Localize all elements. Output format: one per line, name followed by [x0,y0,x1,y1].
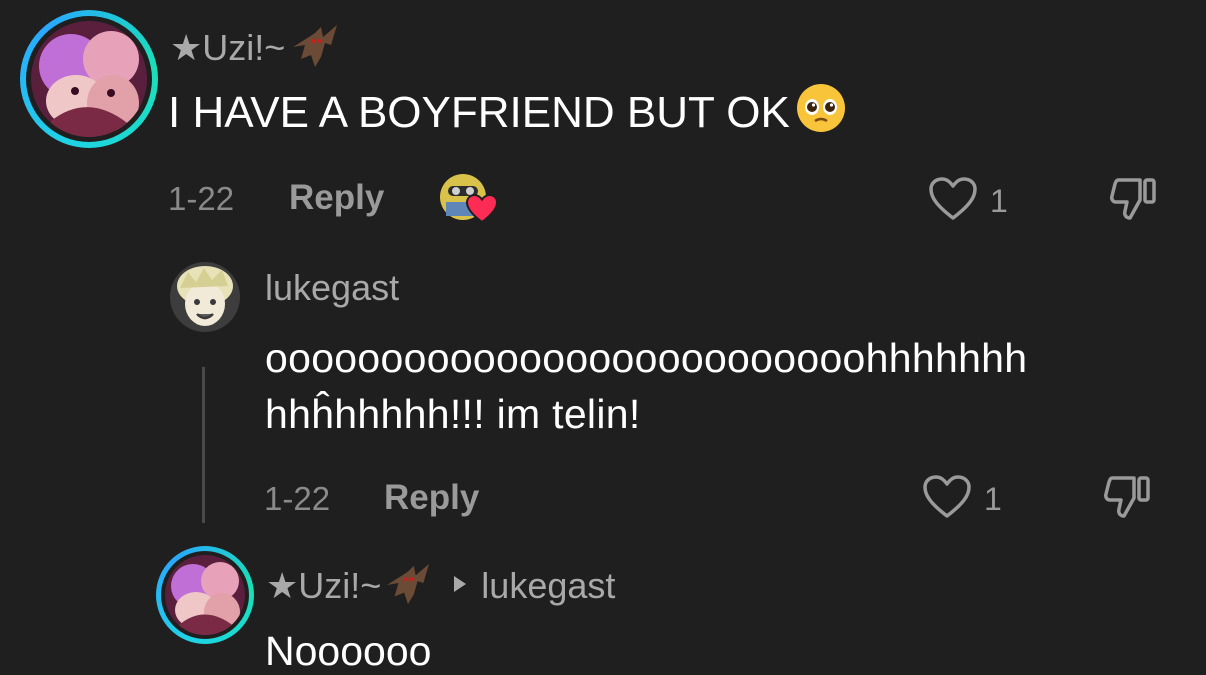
comment-text: I HAVE A BOYFRIEND BUT OK [168,83,846,140]
heart-icon [922,474,972,525]
pleading-face-emoji-icon [796,83,846,144]
like-count: 1 [990,183,1008,219]
reply-header: ★Uzi!~ lukegast [266,562,615,610]
comment-header: ★Uzi!~ [170,24,339,70]
reply-thread-line [202,367,205,523]
dislike-icon[interactable] [1102,474,1152,525]
username[interactable]: ★Uzi!~ [266,565,381,607]
comment-text-body: I HAVE A BOYFRIEND BUT OK [168,88,790,137]
reply-arrow-icon [453,575,467,598]
comment-text: oooooooooooooooooooooooooohhhhhhh hhĥhhh… [265,330,1027,442]
username[interactable]: lukegast [265,267,399,309]
comment-text-line: hhĥhhhhh!!! im telin! [265,391,641,437]
comment-text-line: oooooooooooooooooooooooooohhhhhhh [265,335,1028,381]
reply-button[interactable]: Reply [384,478,479,518]
avatar-uzi[interactable] [156,546,254,644]
like-count: 1 [984,481,1002,517]
heart-icon [928,176,978,227]
dislike-icon[interactable] [1108,176,1158,227]
like-button[interactable]: 1 [928,176,1008,227]
username[interactable]: ★Uzi!~ [170,27,285,69]
bat-emoji-icon [385,561,431,612]
comment-date: 1-22 [168,180,235,217]
reply-to-username[interactable]: lukegast [481,565,615,607]
avatar-image [165,555,245,635]
avatar-image [31,21,147,137]
avatar-lukegast[interactable] [170,262,240,332]
bat-emoji-icon [291,23,339,74]
creator-liked-heart-icon [465,193,499,229]
avatar-uzi[interactable] [20,10,158,148]
reply-button[interactable]: Reply [289,178,384,218]
comment-text: Noooooo [265,628,432,674]
like-button[interactable]: 1 [922,474,1002,525]
comment-date: 1-22 [264,480,331,517]
creator-liked-badge [440,172,499,229]
